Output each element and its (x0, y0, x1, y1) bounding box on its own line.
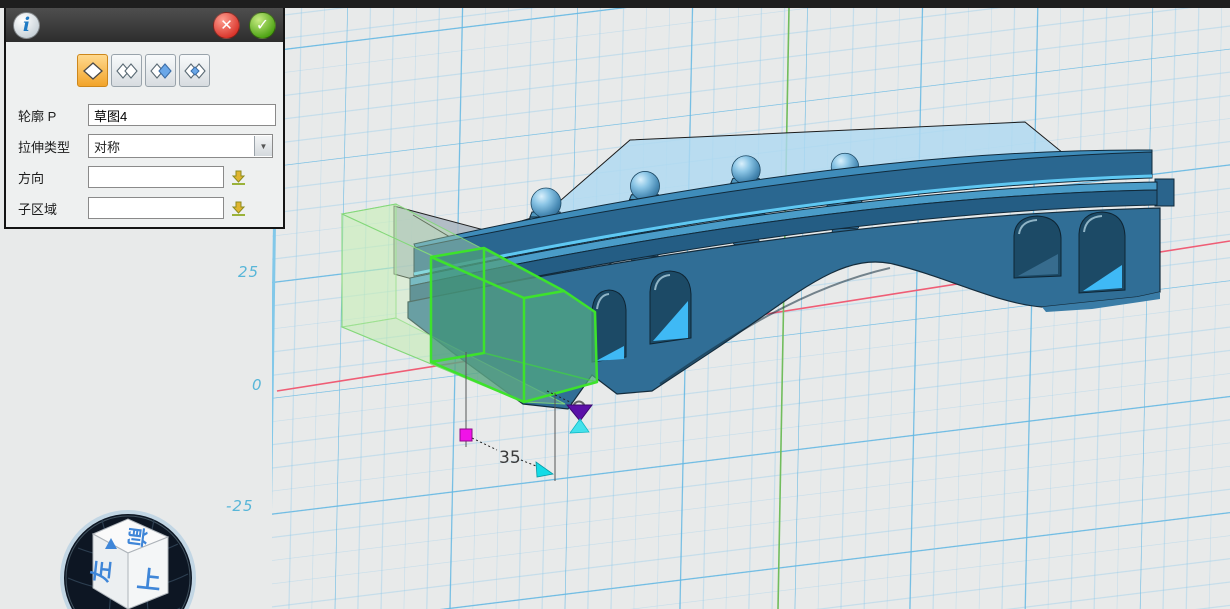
mode-symmetric-button[interactable] (145, 54, 176, 87)
double-diamond-icon (115, 61, 139, 81)
pick-arrow-icon (230, 200, 247, 217)
cube-label-front[interactable]: 前 (124, 525, 150, 548)
diamond-blue-icon (149, 61, 173, 81)
info-icon[interactable]: i (13, 12, 40, 39)
profile-label: 轮廓 P (18, 106, 88, 125)
profile-row: 轮廓 P (18, 103, 273, 127)
dimension-arrow-handle[interactable] (536, 462, 553, 477)
extrude-type-value: 对称 (89, 137, 254, 156)
direction-cone-handle[interactable] (567, 405, 592, 421)
diamond-icon (81, 61, 105, 81)
dimension-value-text[interactable]: 35 (499, 448, 521, 468)
direction-row: 方向 (18, 165, 273, 189)
cube-label-left[interactable]: 左 (88, 559, 115, 584)
extrude-type-select[interactable]: 对称 ▼ (88, 134, 273, 158)
preview-front-cap (524, 291, 597, 402)
mode-2side-button[interactable] (111, 54, 142, 87)
subregion-input[interactable] (88, 197, 224, 219)
window-top-edge (0, 0, 1230, 8)
extrude-type-label: 拉伸类型 (18, 137, 88, 156)
dimension-start-handle[interactable] (460, 429, 472, 441)
profile-sketch-outline[interactable] (431, 248, 484, 362)
pick-arrow-icon (230, 169, 247, 186)
mode-1side-button[interactable] (77, 54, 108, 87)
direction-cone-glow (570, 419, 589, 433)
direction-pick-button[interactable] (228, 167, 248, 187)
chevron-down-icon[interactable]: ▼ (254, 136, 272, 156)
view-cube[interactable]: 前 左 上 (56, 506, 200, 609)
cube-label-up[interactable]: 上 (135, 566, 162, 595)
subregion-label: 子区域 (18, 199, 88, 218)
subregion-row: 子区域 (18, 196, 273, 220)
cad-application-window: 25 0 -25 (0, 0, 1230, 609)
extrude-type-row: 拉伸类型 对称 ▼ (18, 134, 273, 158)
dialog-title-bar: i ✕ ✓ (6, 8, 283, 42)
extrude-dialog: i ✕ ✓ (4, 6, 285, 229)
direction-label: 方向 (18, 168, 88, 187)
ok-button[interactable]: ✓ (249, 12, 276, 39)
profile-input[interactable] (88, 104, 276, 126)
extrude-mode-toolbar (6, 42, 283, 96)
diamond-pair-icon (183, 61, 207, 81)
cancel-button[interactable]: ✕ (213, 12, 240, 39)
mode-total-button[interactable] (179, 54, 210, 87)
subregion-pick-button[interactable] (228, 198, 248, 218)
direction-input[interactable] (88, 166, 224, 188)
